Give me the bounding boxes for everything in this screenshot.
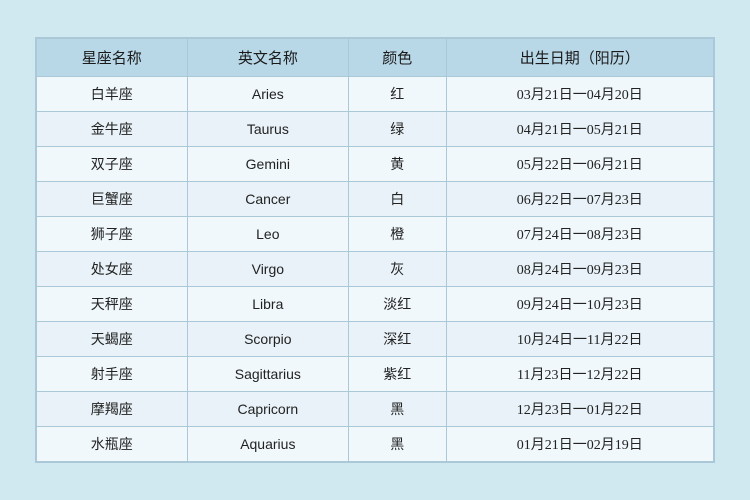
cell-english: Libra	[187, 287, 348, 322]
cell-color: 淡红	[349, 287, 446, 322]
cell-dates: 07月24日一08月23日	[446, 217, 713, 252]
col-header-english: 英文名称	[187, 39, 348, 77]
cell-color: 绿	[349, 112, 446, 147]
cell-chinese: 水瓶座	[37, 427, 188, 462]
cell-dates: 08月24日一09月23日	[446, 252, 713, 287]
cell-chinese: 双子座	[37, 147, 188, 182]
cell-dates: 09月24日一10月23日	[446, 287, 713, 322]
cell-color: 黑	[349, 427, 446, 462]
cell-color: 紫红	[349, 357, 446, 392]
cell-chinese: 巨蟹座	[37, 182, 188, 217]
cell-color: 红	[349, 77, 446, 112]
cell-english: Aries	[187, 77, 348, 112]
table-row: 双子座Gemini黄05月22日一06月21日	[37, 147, 714, 182]
cell-dates: 04月21日一05月21日	[446, 112, 713, 147]
cell-dates: 06月22日一07月23日	[446, 182, 713, 217]
cell-dates: 10月24日一11月22日	[446, 322, 713, 357]
cell-dates: 05月22日一06月21日	[446, 147, 713, 182]
cell-chinese: 天蝎座	[37, 322, 188, 357]
table-header-row: 星座名称 英文名称 颜色 出生日期（阳历）	[37, 39, 714, 77]
table-row: 天蝎座Scorpio深红10月24日一11月22日	[37, 322, 714, 357]
cell-english: Gemini	[187, 147, 348, 182]
table-row: 水瓶座Aquarius黑01月21日一02月19日	[37, 427, 714, 462]
table-row: 摩羯座Capricorn黑12月23日一01月22日	[37, 392, 714, 427]
cell-chinese: 狮子座	[37, 217, 188, 252]
cell-chinese: 天秤座	[37, 287, 188, 322]
cell-color: 灰	[349, 252, 446, 287]
table-row: 射手座Sagittarius紫红11月23日一12月22日	[37, 357, 714, 392]
cell-english: Cancer	[187, 182, 348, 217]
cell-chinese: 处女座	[37, 252, 188, 287]
table-row: 白羊座Aries红03月21日一04月20日	[37, 77, 714, 112]
cell-chinese: 金牛座	[37, 112, 188, 147]
cell-color: 黄	[349, 147, 446, 182]
cell-color: 橙	[349, 217, 446, 252]
zodiac-table-container: 星座名称 英文名称 颜色 出生日期（阳历） 白羊座Aries红03月21日一04…	[35, 37, 715, 463]
cell-dates: 03月21日一04月20日	[446, 77, 713, 112]
cell-english: Capricorn	[187, 392, 348, 427]
cell-english: Taurus	[187, 112, 348, 147]
col-header-color: 颜色	[349, 39, 446, 77]
cell-chinese: 摩羯座	[37, 392, 188, 427]
zodiac-table: 星座名称 英文名称 颜色 出生日期（阳历） 白羊座Aries红03月21日一04…	[36, 38, 714, 462]
cell-color: 白	[349, 182, 446, 217]
table-row: 天秤座Libra淡红09月24日一10月23日	[37, 287, 714, 322]
cell-english: Sagittarius	[187, 357, 348, 392]
cell-dates: 01月21日一02月19日	[446, 427, 713, 462]
cell-color: 黑	[349, 392, 446, 427]
cell-chinese: 射手座	[37, 357, 188, 392]
cell-english: Scorpio	[187, 322, 348, 357]
cell-english: Virgo	[187, 252, 348, 287]
col-header-chinese: 星座名称	[37, 39, 188, 77]
col-header-dates: 出生日期（阳历）	[446, 39, 713, 77]
table-row: 巨蟹座Cancer白06月22日一07月23日	[37, 182, 714, 217]
cell-english: Aquarius	[187, 427, 348, 462]
table-row: 处女座Virgo灰08月24日一09月23日	[37, 252, 714, 287]
cell-dates: 11月23日一12月22日	[446, 357, 713, 392]
table-row: 金牛座Taurus绿04月21日一05月21日	[37, 112, 714, 147]
cell-chinese: 白羊座	[37, 77, 188, 112]
cell-english: Leo	[187, 217, 348, 252]
table-body: 白羊座Aries红03月21日一04月20日金牛座Taurus绿04月21日一0…	[37, 77, 714, 462]
cell-dates: 12月23日一01月22日	[446, 392, 713, 427]
table-row: 狮子座Leo橙07月24日一08月23日	[37, 217, 714, 252]
cell-color: 深红	[349, 322, 446, 357]
